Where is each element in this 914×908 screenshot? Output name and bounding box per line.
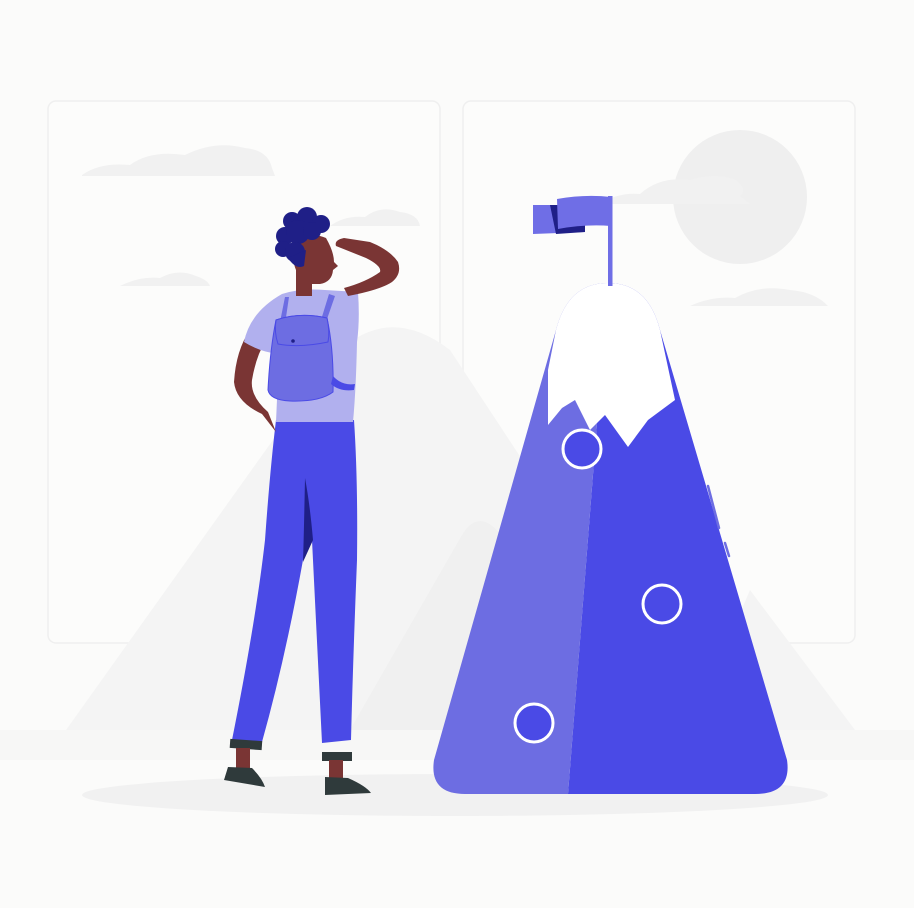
illustration-scene <box>0 0 914 908</box>
hiker-cuff-right <box>322 752 352 761</box>
flag-cloth <box>557 195 611 229</box>
backpack-button <box>291 339 295 343</box>
mountain-hold <box>641 583 683 625</box>
mountain-hold <box>561 428 603 470</box>
hiker-ankle-left <box>236 748 250 768</box>
hiker-ankle-right <box>329 760 343 780</box>
backpack-flap <box>274 314 330 347</box>
mountain-hold <box>513 702 555 744</box>
illustration-canvas <box>0 100 914 816</box>
